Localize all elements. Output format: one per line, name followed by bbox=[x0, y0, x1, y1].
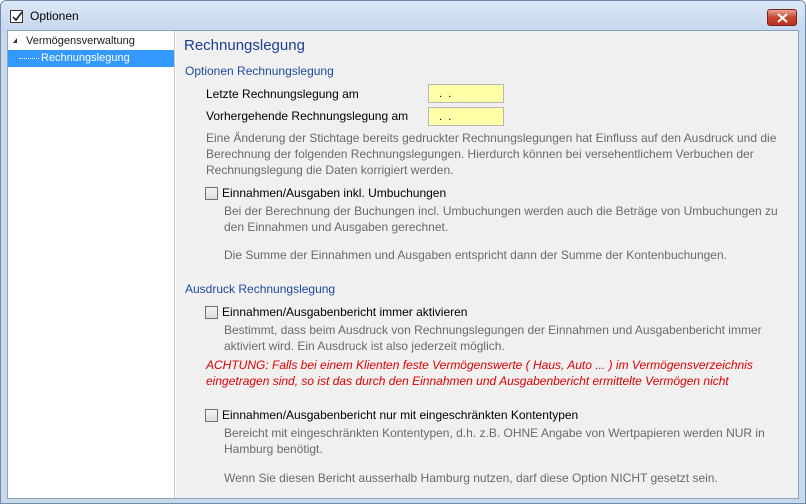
umbuchungen-checkbox[interactable] bbox=[205, 187, 218, 200]
client-area: Vermögensverwaltung Rechnungslegung Rech… bbox=[7, 30, 799, 499]
umbuchungen-sum-note: Die Summe der Einnahmen und Ausgaben ent… bbox=[224, 248, 727, 262]
section-title-print: Ausdruck Rechnungslegung bbox=[185, 282, 336, 296]
title-bar[interactable]: Optionen bbox=[1, 1, 805, 31]
restricted-types-note: Wenn Sie diesen Bericht ausserhalb Hambu… bbox=[224, 471, 718, 485]
last-date-label: Letzte Rechnungslegung am bbox=[206, 87, 359, 101]
close-button[interactable] bbox=[767, 9, 797, 26]
umbuchungen-description: Bei der Berechnung der Buchungen incl. U… bbox=[224, 204, 778, 234]
restricted-types-label[interactable]: Einnahmen/Ausgabenbericht nur mit einges… bbox=[222, 408, 578, 422]
window-title: Optionen bbox=[30, 9, 79, 23]
options-window: Optionen Vermögensverwaltung Rechnungsle… bbox=[0, 0, 806, 504]
always-activate-checkbox[interactable] bbox=[205, 306, 218, 319]
warning-text: ACHTUNG: Falls bei einem Klienten feste … bbox=[206, 358, 753, 388]
date-change-info: Eine Änderung der Stichtage bereits gedr… bbox=[206, 131, 777, 177]
tree-connector bbox=[19, 58, 39, 59]
page-title: Rechnungslegung bbox=[184, 37, 305, 54]
previous-date-label: Vorhergehende Rechnungslegung am bbox=[206, 109, 409, 123]
tree-item-vermoegensverwaltung[interactable]: Vermögensverwaltung bbox=[8, 33, 174, 50]
previous-date-input[interactable] bbox=[428, 107, 504, 126]
expand-triangle-icon[interactable] bbox=[13, 38, 17, 43]
navigation-tree: Vermögensverwaltung Rechnungslegung bbox=[8, 31, 175, 498]
tree-item-label: Vermögensverwaltung bbox=[26, 35, 135, 47]
checklist-icon bbox=[10, 10, 23, 23]
tree-item-rechnungslegung[interactable]: Rechnungslegung bbox=[8, 50, 174, 67]
restricted-types-description: Bereicht mit eingeschränkten Kontentypen… bbox=[224, 426, 765, 456]
settings-panel: Rechnungslegung Optionen Rechnungslegung… bbox=[176, 31, 798, 498]
always-activate-label[interactable]: Einnahmen/Ausgabenbericht immer aktivier… bbox=[222, 305, 467, 319]
last-date-input[interactable] bbox=[428, 84, 504, 103]
umbuchungen-label[interactable]: Einnahmen/Ausgaben inkl. Umbuchungen bbox=[222, 186, 446, 200]
restricted-types-checkbox[interactable] bbox=[205, 409, 218, 422]
tree-item-label: Rechnungslegung bbox=[41, 52, 130, 64]
close-icon bbox=[777, 13, 788, 23]
always-activate-description: Bestimmt, dass beim Ausdruck von Rechnun… bbox=[224, 323, 762, 353]
section-title-options: Optionen Rechnungslegung bbox=[185, 64, 334, 78]
